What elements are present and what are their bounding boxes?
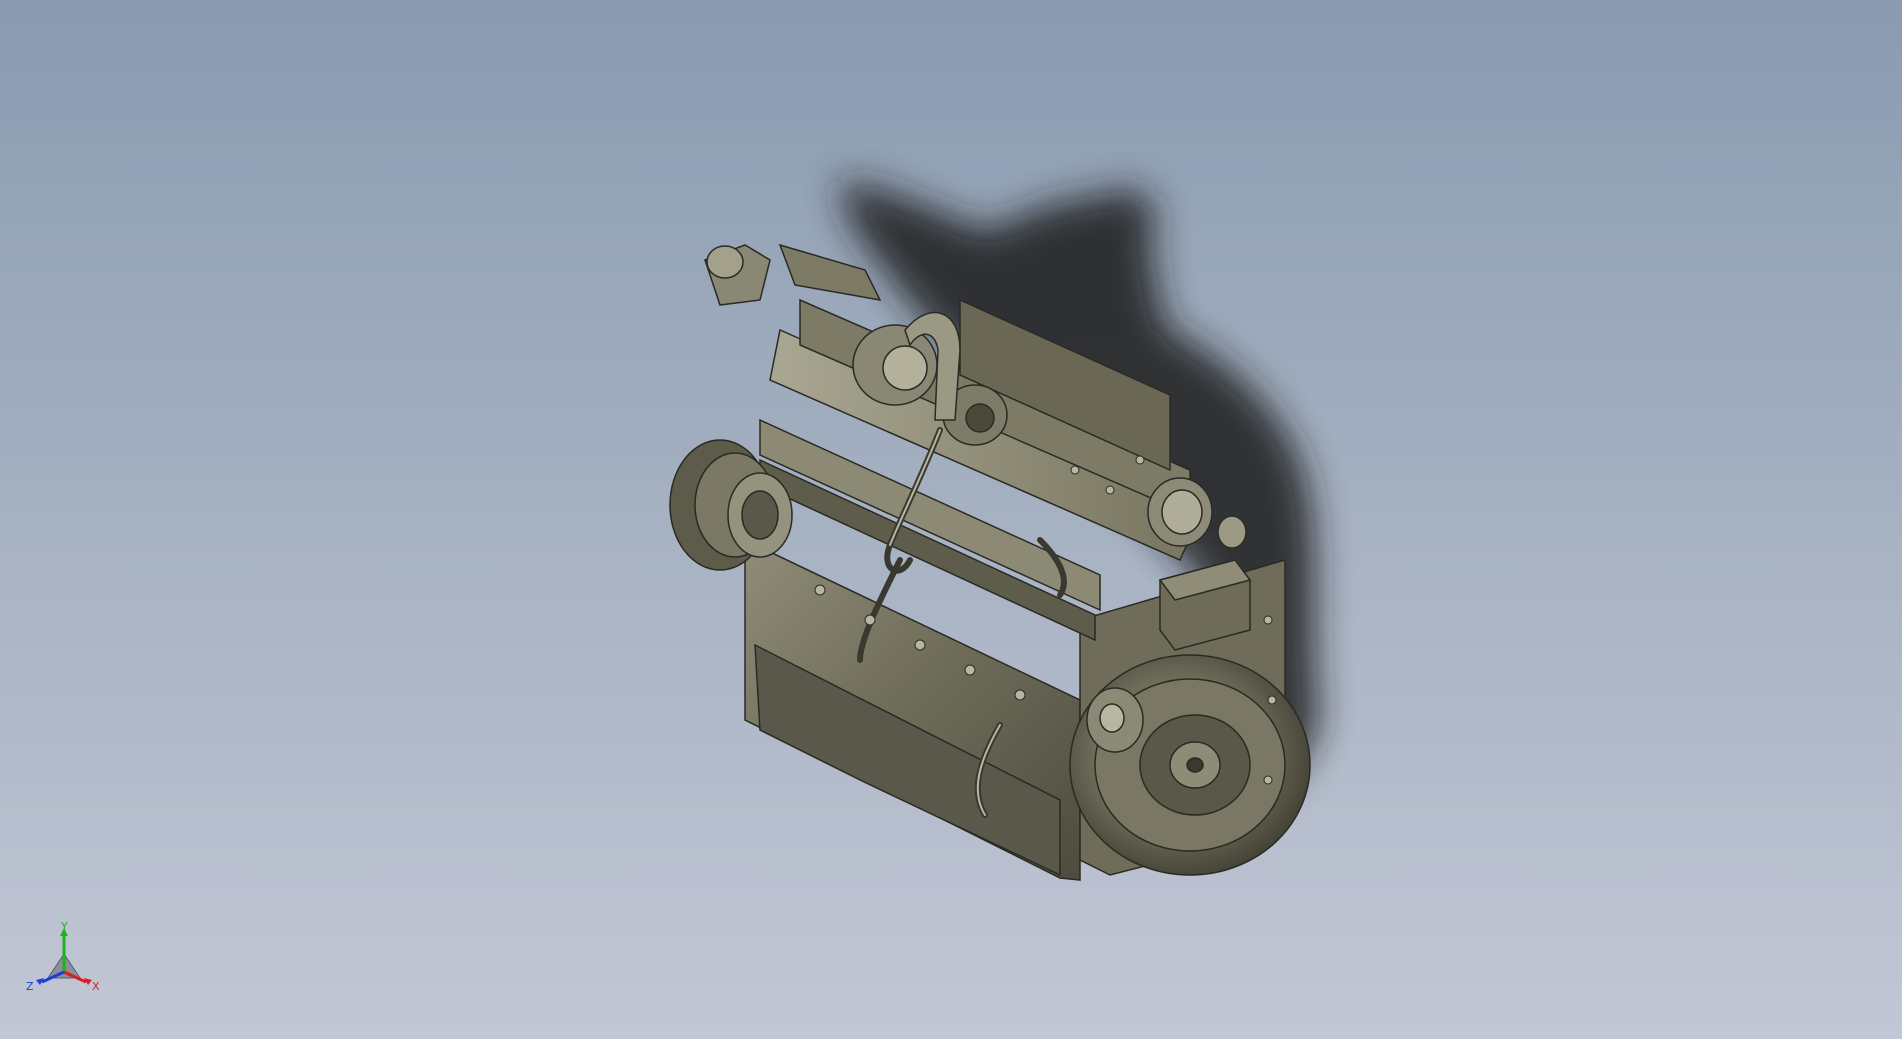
x-axis-label: X xyxy=(92,980,100,993)
nose-cone xyxy=(1086,687,1144,753)
y-axis-label: Y xyxy=(60,922,68,933)
graphics-viewport[interactable]: Y X Z xyxy=(0,0,1902,1039)
z-axis-label: Z xyxy=(26,980,34,993)
engine-mount xyxy=(704,243,882,306)
flywheel xyxy=(1069,654,1311,876)
axis-triad: Y X Z xyxy=(24,920,104,1002)
engine-model[interactable] xyxy=(0,0,1902,1039)
